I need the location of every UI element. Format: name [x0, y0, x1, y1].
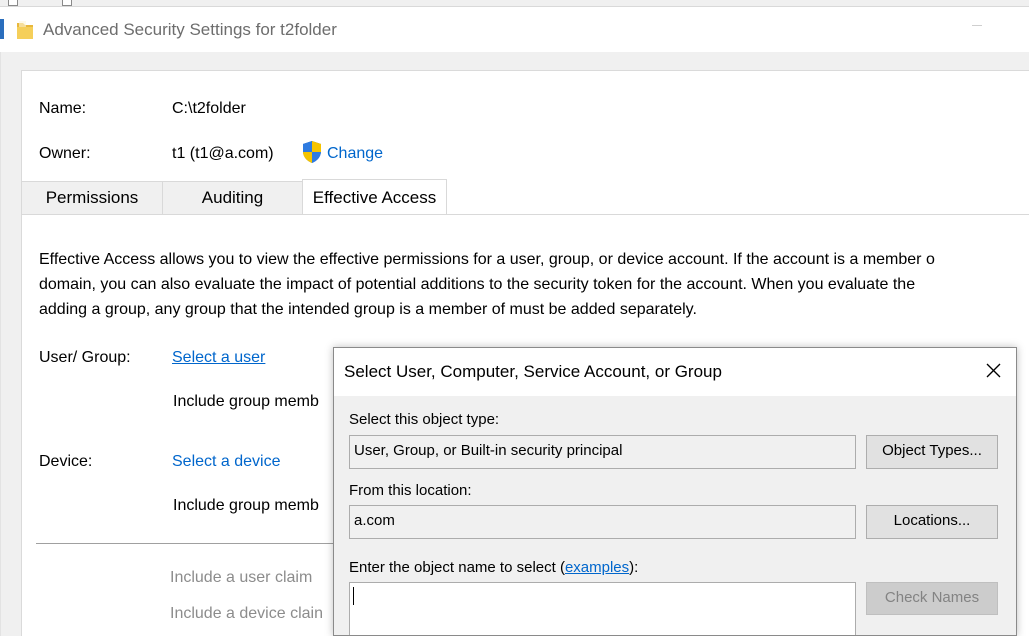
uac-shield-icon [301, 140, 323, 164]
tab-auditing[interactable]: Auditing [162, 181, 303, 214]
examples-link[interactable]: examples [565, 559, 629, 576]
description-line: Effective Access allows you to view the … [39, 251, 935, 268]
window-icon [8, 0, 18, 6]
window-titlebar[interactable]: Advanced Security Settings for t2folder [0, 7, 1029, 52]
location-label: From this location: [349, 482, 472, 499]
enter-object-name-prefix: Enter the object name to select ( [349, 559, 565, 576]
window-accent [0, 19, 4, 39]
include-group-membership-user[interactable]: Include group memb [173, 393, 319, 411]
select-device-link[interactable]: Select a device [172, 453, 281, 471]
folder-icon [16, 19, 34, 41]
check-names-button[interactable]: Check Names [866, 582, 998, 615]
enter-object-name-label: Enter the object name to select (example… [349, 559, 638, 576]
device-label: Device: [39, 453, 93, 470]
name-label: Name: [39, 100, 87, 117]
dialog-title: Select User, Computer, Service Account, … [344, 362, 722, 381]
owner-label: Owner: [39, 145, 91, 162]
divider [36, 543, 336, 544]
close-icon[interactable] [978, 358, 1008, 384]
locations-button[interactable]: Locations... [866, 505, 998, 539]
dialog-titlebar[interactable]: Select User, Computer, Service Account, … [334, 348, 1016, 396]
name-value: C:\t2folder [172, 100, 246, 117]
taskbar-strip [0, 0, 1029, 7]
include-user-claim-link[interactable]: Include a user claim [170, 569, 312, 587]
window-icon [62, 0, 72, 6]
description-line: domain, you can also evaluate the impact… [39, 276, 916, 293]
include-group-membership-device[interactable]: Include group memb [173, 497, 319, 515]
tab-effective-access[interactable]: Effective Access [302, 179, 447, 214]
user-group-label: User/ Group: [39, 349, 131, 366]
description-line: adding a group, any group that the inten… [39, 301, 697, 318]
tab-strip: Permissions Auditing Effective Access [21, 179, 1029, 215]
window-title: Advanced Security Settings for t2folder [43, 20, 337, 39]
include-device-claim-link[interactable]: Include a device clain [170, 605, 323, 623]
divider [0, 52, 1, 636]
text-caret [353, 587, 354, 605]
change-owner-link[interactable]: Change [327, 145, 383, 163]
object-type-field: User, Group, or Built-in security princi… [349, 435, 856, 469]
object-types-button[interactable]: Object Types... [866, 435, 998, 469]
effective-access-description: Effective Access allows you to view the … [39, 247, 1029, 322]
object-name-input[interactable] [349, 582, 856, 635]
window-controls[interactable] [972, 25, 982, 35]
enter-object-name-suffix: ): [629, 559, 639, 576]
select-user-dialog: Select User, Computer, Service Account, … [333, 347, 1017, 636]
owner-value: t1 (t1@a.com) [172, 145, 274, 162]
select-user-link[interactable]: Select a user [172, 349, 265, 367]
object-type-label: Select this object type: [349, 411, 500, 428]
tab-permissions[interactable]: Permissions [21, 181, 163, 214]
location-field: a.com [349, 505, 856, 539]
dialog-body: Select this object type: User, Group, or… [334, 396, 1016, 635]
